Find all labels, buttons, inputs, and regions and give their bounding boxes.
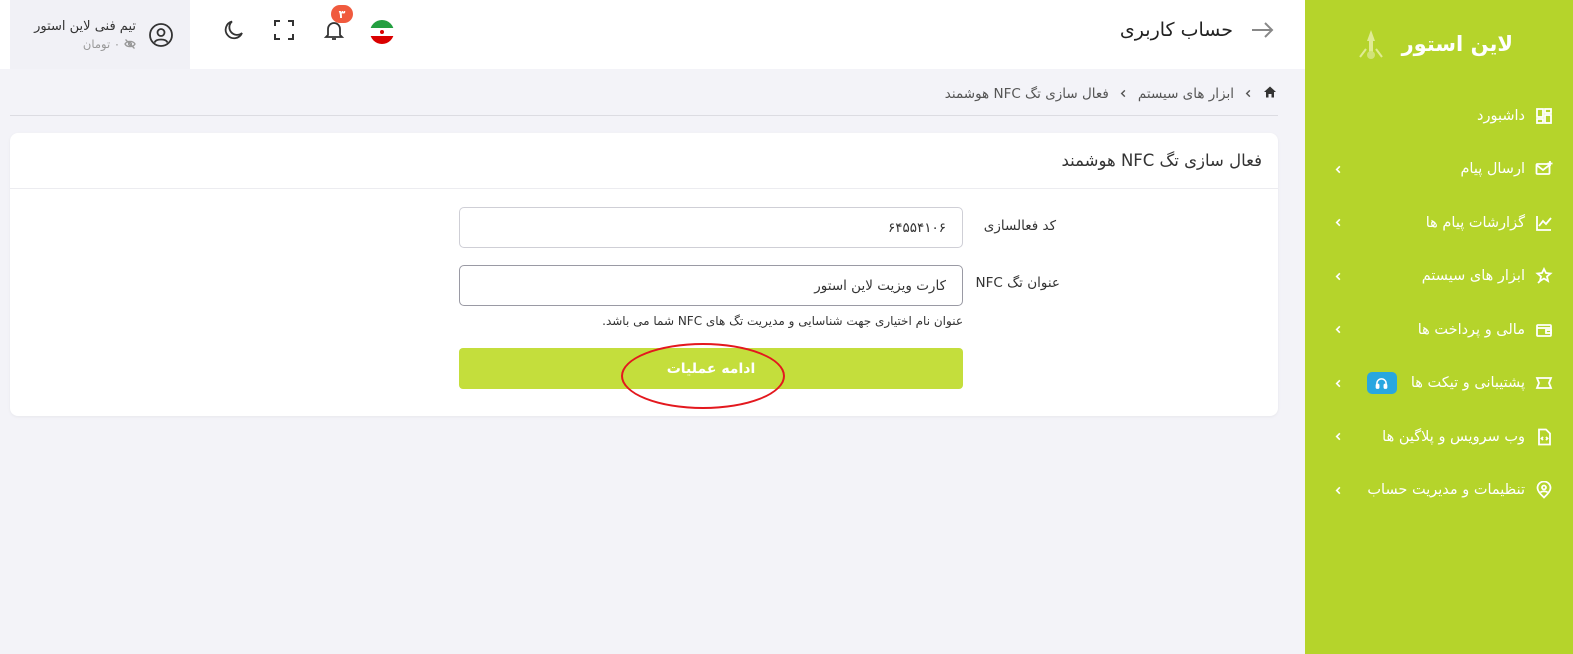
eye-off-icon[interactable] — [124, 38, 136, 50]
brand[interactable]: لاین استور — [1354, 26, 1513, 62]
bell-icon[interactable]: ۳ — [320, 5, 353, 44]
sidebar-item-label: مالی و پرداخت ها — [1417, 321, 1525, 338]
moon-icon[interactable] — [220, 16, 248, 44]
sidebar: لاین استور داشبورد ارسال پیام گزارشات پی… — [1305, 0, 1573, 654]
chevron-left-icon — [1333, 378, 1343, 388]
arrow-right-icon[interactable] — [1249, 17, 1275, 43]
sidebar-menu: داشبورد ارسال پیام گزارشات پیام ها ابزار… — [1305, 89, 1573, 517]
chevron-left-icon — [1333, 432, 1343, 442]
breadcrumb: ابزار های سیستم فعال سازی تگ NFC هوشمند — [945, 84, 1277, 104]
sidebar-item-label: داشبورد — [1477, 107, 1525, 124]
sidebar-item-webservice[interactable]: وب سرویس و پلاگین ها — [1305, 410, 1573, 464]
chart-line-icon — [1535, 214, 1553, 232]
user-circle-icon — [148, 22, 174, 48]
breadcrumb-item-current: فعال سازی تگ NFC هوشمند — [944, 86, 1109, 102]
page-title: حساب کاربری — [1119, 19, 1233, 41]
chevron-left-icon — [1244, 86, 1253, 102]
chevron-left-icon — [1333, 325, 1343, 335]
user-menu[interactable]: تیم فنی لاین استور ۰ تومان — [10, 0, 190, 69]
brand-logo-icon — [1354, 27, 1388, 61]
balance-text: ۰ تومان — [82, 36, 120, 51]
nfc-activation-card: فعال سازی تگ NFC هوشمند کد فعالسازی عنوا… — [10, 133, 1278, 416]
chevron-left-icon — [1333, 164, 1343, 174]
sidebar-item-label: تنظیمات و مدیریت حساب — [1367, 482, 1525, 499]
card-title: فعال سازی تگ NFC هوشمند — [1061, 151, 1262, 170]
user-name: تیم فنی لاین استور — [34, 18, 136, 34]
fullscreen-icon[interactable] — [270, 16, 298, 44]
tag-title-label: عنوان تگ NFC — [975, 275, 1061, 291]
ticket-icon — [1535, 374, 1553, 392]
sidebar-item-label: پشتیبانی و تیکت ها — [1410, 375, 1525, 392]
user-balance: ۰ تومان — [83, 37, 136, 51]
sidebar-item-label: ابزار های سیستم — [1421, 268, 1525, 285]
activation-code-label: کد فعالسازی — [983, 218, 1056, 234]
brand-name: لاین استور — [1401, 32, 1513, 56]
sidebar-item-label: وب سرویس و پلاگین ها — [1382, 428, 1525, 445]
breadcrumb-item-system-tools[interactable]: ابزار های سیستم — [1138, 86, 1234, 102]
user-info: تیم فنی لاین استور ۰ تومان — [34, 19, 136, 51]
sidebar-item-system-tools[interactable]: ابزار های سیستم — [1305, 250, 1573, 304]
continue-button[interactable]: ادامه عملیات — [459, 348, 963, 389]
tag-title-help-text: عنوان نام اختیاری جهت شناسایی و مدیریت ت… — [602, 314, 963, 328]
chevron-left-icon — [1333, 485, 1343, 495]
chevron-left-icon — [1333, 218, 1343, 228]
sidebar-item-send-message[interactable]: ارسال پیام — [1305, 143, 1573, 197]
sidebar-item-label: گزارشات پیام ها — [1425, 214, 1525, 231]
sidebar-item-finance[interactable]: مالی و پرداخت ها — [1305, 303, 1573, 357]
breadcrumb-divider — [10, 115, 1278, 116]
iran-flag-icon[interactable] — [370, 20, 394, 44]
chevron-left-icon — [1119, 86, 1128, 102]
wallet-icon — [1535, 321, 1553, 339]
tag-title-input[interactable] — [459, 265, 963, 306]
topbar: حساب کاربری ۳ تیم فنی لاین استور ۰ تومان — [0, 0, 1305, 69]
sidebar-item-account-settings[interactable]: تنظیمات و مدیریت حساب — [1305, 464, 1573, 518]
notification-count-badge: ۳ — [331, 5, 353, 23]
home-icon[interactable] — [1263, 85, 1277, 103]
user-pin-icon — [1535, 481, 1553, 499]
code-file-icon — [1535, 428, 1553, 446]
headset-icon — [1366, 372, 1397, 395]
activation-code-input[interactable] — [459, 207, 963, 248]
topbar-actions: ۳ — [220, 5, 400, 48]
mail-plus-icon — [1535, 160, 1553, 178]
dashboard-icon — [1535, 107, 1553, 125]
card-header: فعال سازی تگ NFC هوشمند — [10, 133, 1278, 189]
sidebar-item-message-reports[interactable]: گزارشات پیام ها — [1305, 196, 1573, 250]
puzzle-icon — [1535, 267, 1553, 285]
sidebar-item-label: ارسال پیام — [1460, 161, 1525, 178]
chevron-left-icon — [1333, 271, 1343, 281]
sidebar-item-dashboard[interactable]: داشبورد — [1305, 89, 1573, 143]
page-header: حساب کاربری — [1120, 16, 1275, 44]
sidebar-item-support[interactable]: پشتیبانی و تیکت ها — [1305, 357, 1573, 411]
